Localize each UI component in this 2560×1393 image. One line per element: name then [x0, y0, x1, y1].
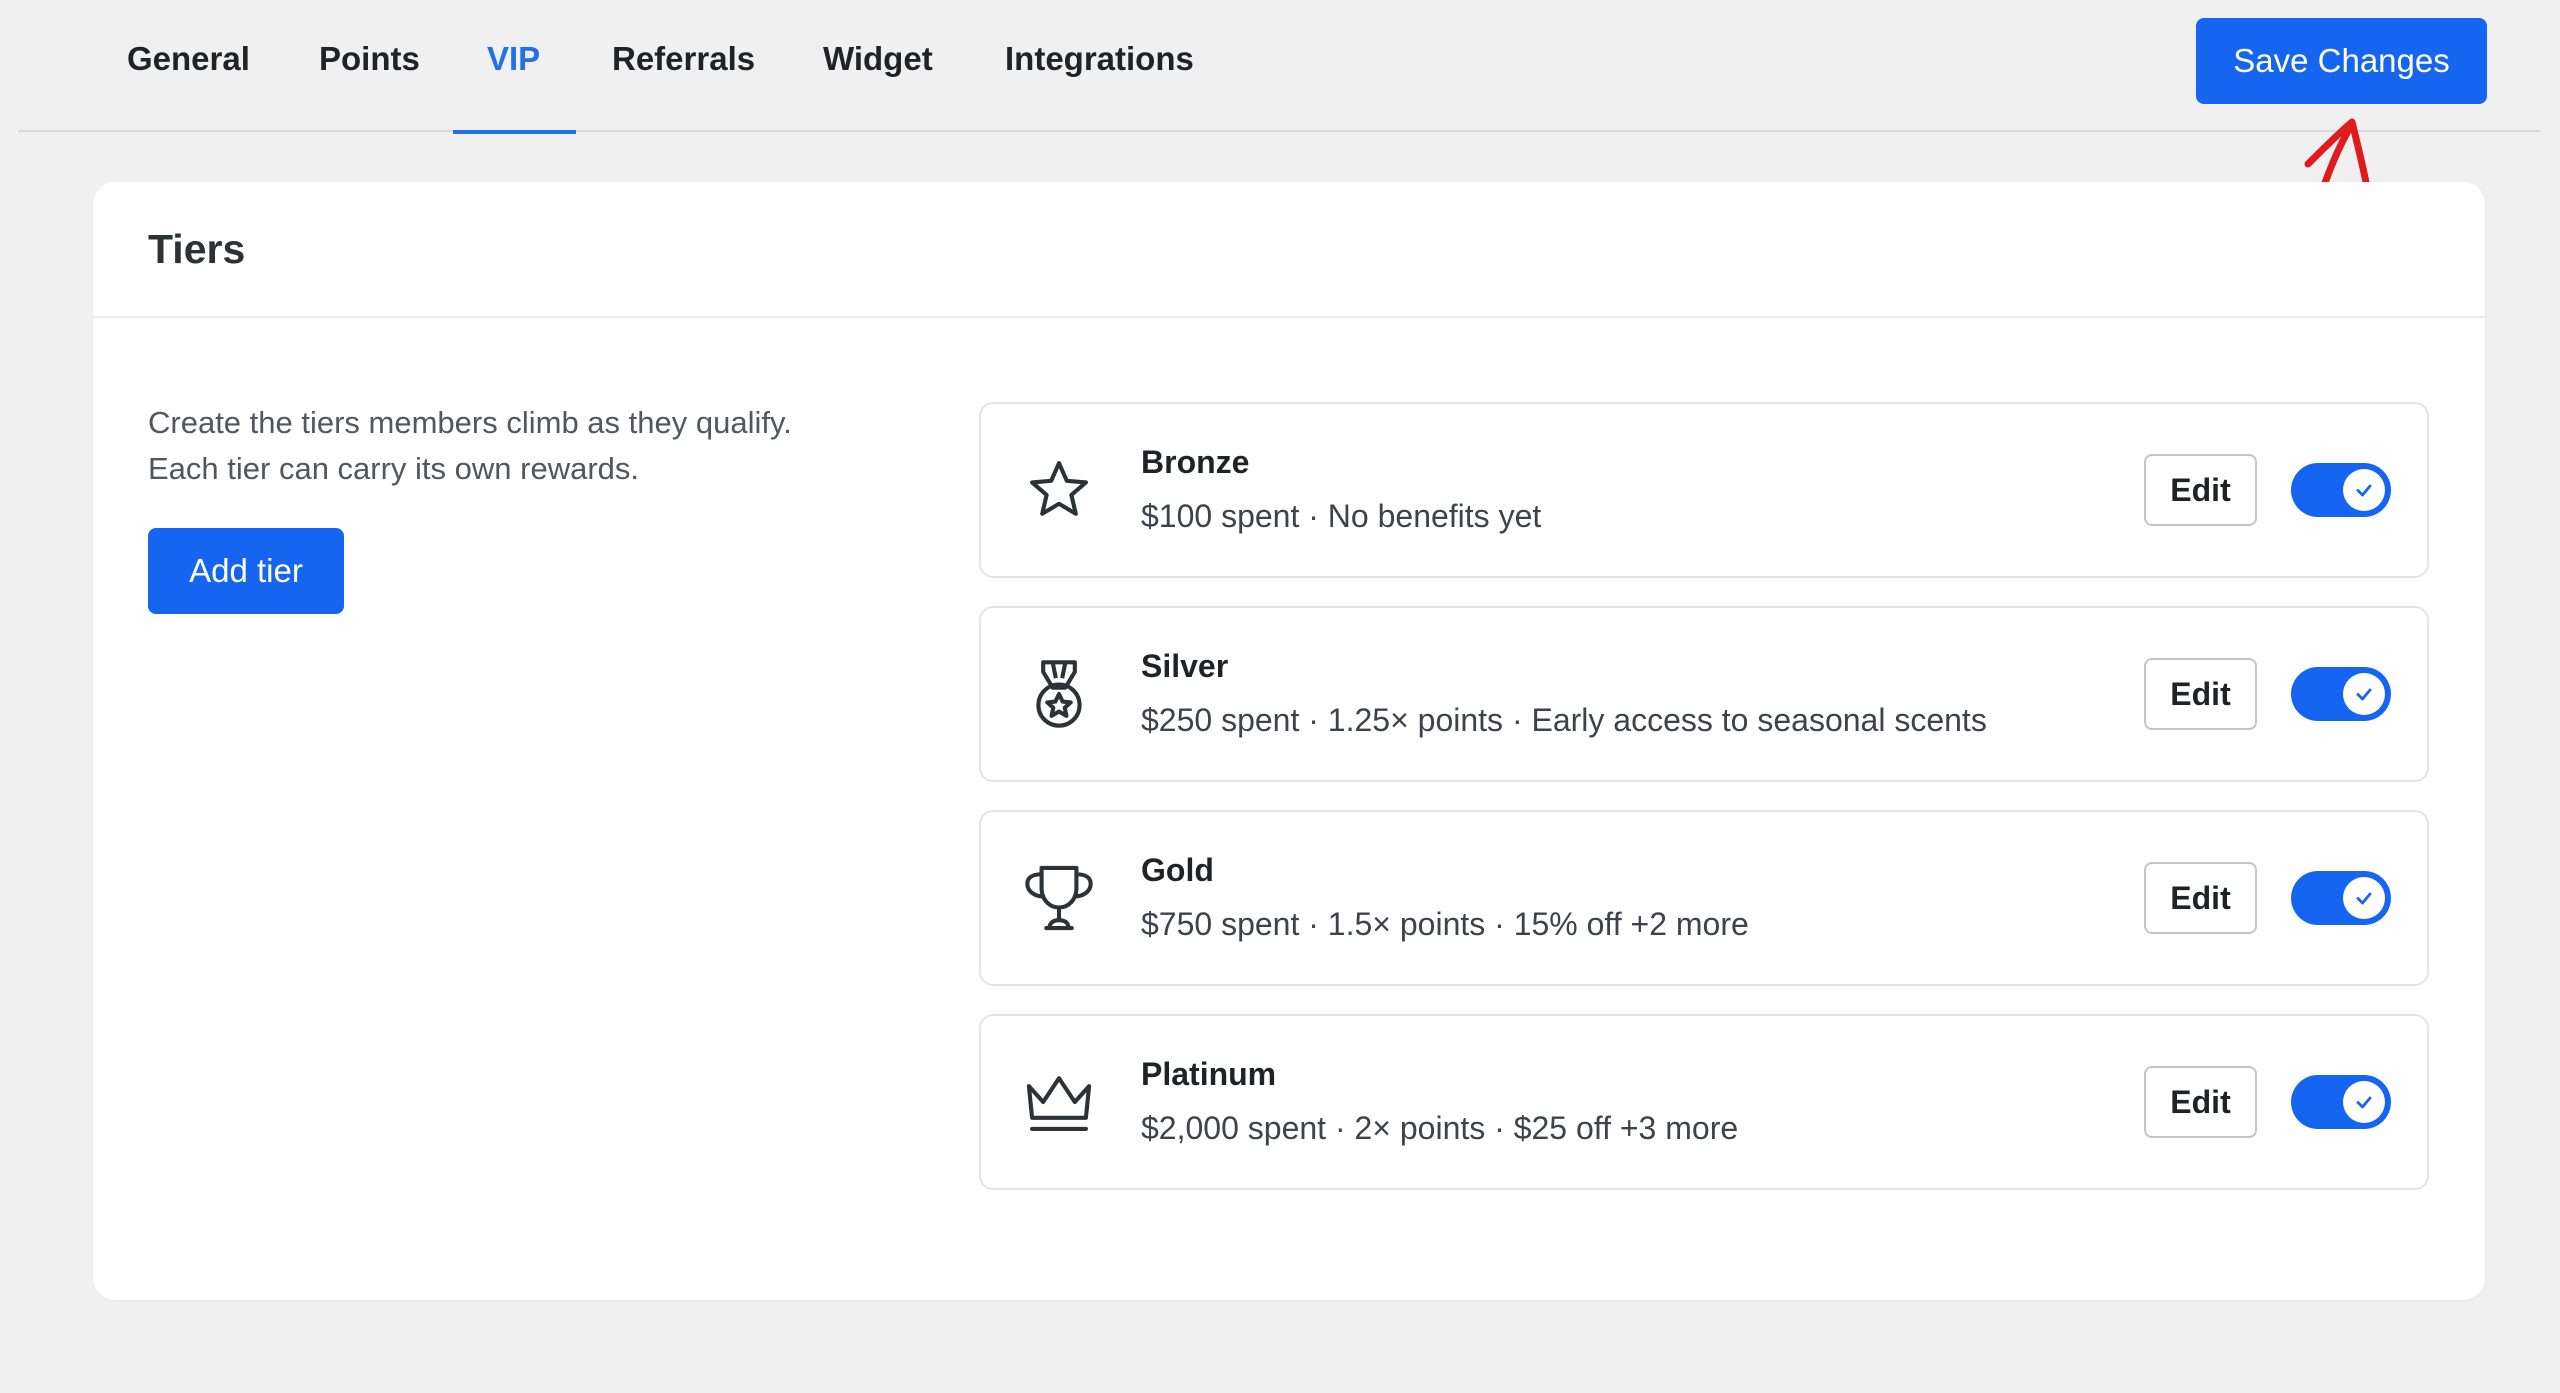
check-icon	[2343, 673, 2385, 715]
tiers-description: Create the tiers members climb as they q…	[148, 400, 908, 492]
card-header: Tiers	[93, 182, 2485, 318]
tier-details: $750 spent · 1.5× points · 15% off +2 mo…	[1141, 906, 1749, 942]
star-icon	[1021, 452, 1097, 528]
tab-general[interactable]: General	[127, 0, 250, 132]
edit-tier-button[interactable]: Edit	[2144, 454, 2257, 526]
card-title: Tiers	[148, 225, 246, 272]
check-icon	[2343, 469, 2385, 511]
check-icon	[2343, 1081, 2385, 1123]
tier-list: Bronze $100 spent · No benefits yet Edit…	[979, 402, 2429, 1218]
tier-enabled-toggle[interactable]	[2291, 1075, 2391, 1129]
edit-tier-button[interactable]: Edit	[2144, 658, 2257, 730]
tier-enabled-toggle[interactable]	[2291, 667, 2391, 721]
tab-vip[interactable]: VIP	[452, 0, 577, 134]
tier-enabled-toggle[interactable]	[2291, 463, 2391, 517]
tier-details: $100 spent · No benefits yet	[1141, 498, 1542, 534]
edit-tier-button[interactable]: Edit	[2144, 1066, 2257, 1138]
top-nav: General Points VIP Referrals Widget Inte…	[18, 0, 2540, 134]
tier-name: Platinum	[1141, 1056, 1277, 1092]
tier-row-gold: Gold $750 spent · 1.5× points · 15% off …	[979, 810, 2429, 986]
check-icon	[2343, 877, 2385, 919]
description-line-2: Each tier can carry its own rewards.	[148, 451, 640, 486]
tab-integrations[interactable]: Integrations	[1005, 0, 1194, 132]
tab-widget[interactable]: Widget	[823, 0, 933, 132]
crown-icon	[1021, 1064, 1097, 1140]
tier-details: $250 spent · 1.25× points · Early access…	[1141, 702, 1987, 738]
add-tier-button[interactable]: Add tier	[148, 528, 344, 614]
tab-referrals[interactable]: Referrals	[612, 0, 755, 132]
tier-name: Gold	[1141, 852, 1214, 888]
tier-details: $2,000 spent · 2× points · $25 off +3 mo…	[1141, 1110, 1739, 1146]
tier-enabled-toggle[interactable]	[2291, 871, 2391, 925]
tier-row-bronze: Bronze $100 spent · No benefits yet Edit	[979, 402, 2429, 578]
tiers-card: Tiers Create the tiers members climb as …	[93, 182, 2485, 1300]
tab-points[interactable]: Points	[319, 0, 420, 132]
medal-icon	[1021, 656, 1097, 732]
tier-row-silver: Silver $250 spent · 1.25× points · Early…	[979, 606, 2429, 782]
edit-tier-button[interactable]: Edit	[2144, 862, 2257, 934]
save-changes-button[interactable]: Save Changes	[2196, 18, 2487, 104]
description-line-1: Create the tiers members climb as they q…	[148, 405, 792, 440]
tier-name: Silver	[1141, 648, 1229, 684]
tier-name: Bronze	[1141, 444, 1250, 480]
trophy-icon	[1021, 860, 1097, 936]
tier-row-platinum: Platinum $2,000 spent · 2× points · $25 …	[979, 1014, 2429, 1190]
